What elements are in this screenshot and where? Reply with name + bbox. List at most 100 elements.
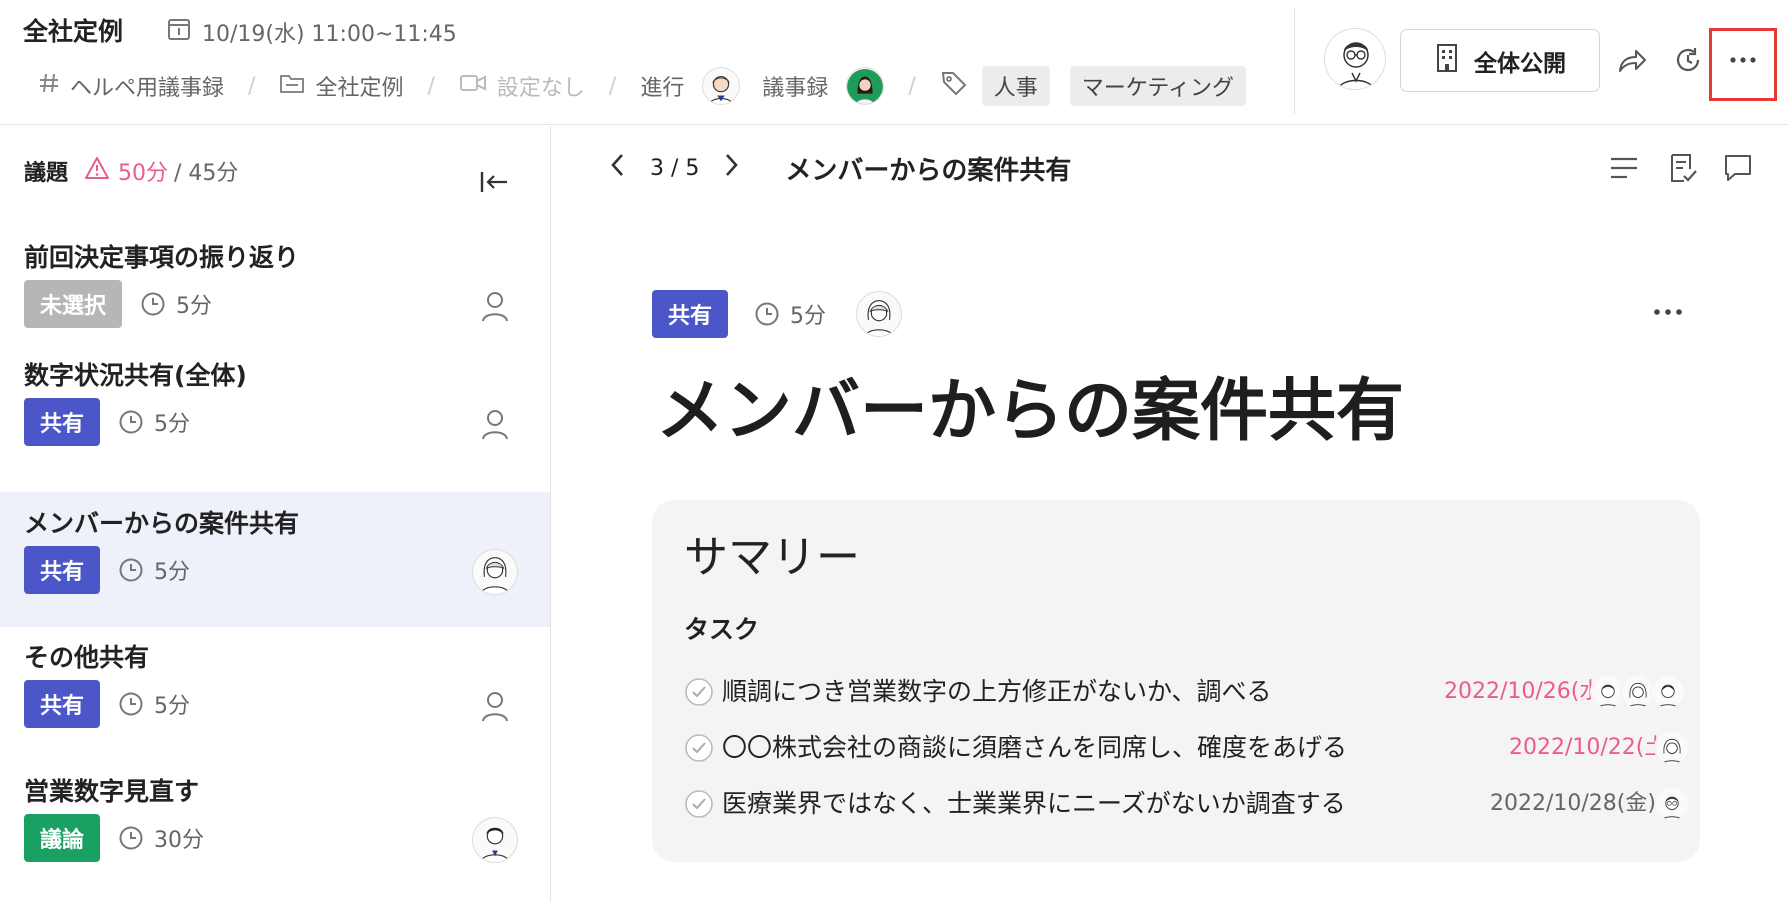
task-due-date[interactable]: 2022/10/28(金): [1490, 782, 1656, 826]
agenda-item-title: 営業数字見直す: [24, 777, 200, 806]
highlight-box: [1709, 28, 1777, 101]
workspace-link[interactable]: ヘルペ用議事録: [38, 70, 224, 102]
agenda-item[interactable]: 数字状況共有(全体) 共有 5分: [0, 344, 550, 479]
agenda-item-meta: 共有 5分: [24, 546, 190, 594]
meta-separator: /: [908, 73, 916, 99]
agenda-duration[interactable]: 5分: [118, 554, 190, 586]
time-warning: 50分: [84, 155, 168, 187]
next-chevron-icon[interactable]: [721, 151, 741, 185]
task-row[interactable]: 順調につき営業数字の上方修正がないか、調べる 2022/10/26(水): [684, 670, 1686, 714]
topic-title[interactable]: メンバーからの案件共有: [656, 366, 1404, 458]
pager-title: メンバーからの案件共有: [785, 155, 1072, 186]
meeting-date-text: 10/19(水) 11:00~11:45: [202, 22, 457, 47]
topic-type-badge[interactable]: 共有: [652, 290, 729, 338]
task-text[interactable]: 順調につき営業数字の上方修正がないか、調べる: [722, 670, 1272, 714]
agenda-type-badge[interactable]: 共有: [24, 546, 101, 594]
topic-meta: 共有 5分: [652, 290, 903, 338]
agenda-item[interactable]: 営業数字見直す 議論 30分: [0, 760, 550, 895]
agenda-type-badge[interactable]: 共有: [24, 680, 101, 728]
topic-assignee-avatar[interactable]: [856, 291, 903, 337]
agenda-label: 議題: [24, 161, 69, 186]
folder-link[interactable]: 全社定例: [279, 70, 403, 102]
video-setting[interactable]: 設定なし: [459, 70, 585, 102]
header-divider: [1294, 8, 1295, 114]
check-circle-icon[interactable]: [684, 789, 714, 819]
agenda-item-title: メンバーからの案件共有: [24, 509, 300, 538]
agenda-item[interactable]: 前回決定事項の振り返り 未選択 5分: [0, 226, 550, 361]
owner-avatar[interactable]: [1324, 28, 1386, 90]
agenda-type-badge[interactable]: 共有: [24, 398, 101, 446]
assign-person-icon[interactable]: [472, 683, 518, 729]
building-icon: [1434, 43, 1460, 79]
agenda-item-title: 数字状況共有(全体): [24, 361, 247, 390]
task-row[interactable]: 医療業界ではなく、士業業界にニーズがないか調査する 2022/10/28(金): [684, 782, 1690, 826]
agenda-item-active[interactable]: メンバーからの案件共有 共有 5分: [0, 492, 550, 627]
agenda-duration[interactable]: 5分: [118, 406, 190, 438]
check-circle-icon[interactable]: [684, 733, 714, 763]
agenda-pager: 3 / 5 メンバーからの案件共有: [608, 146, 1071, 190]
agenda-type-badge[interactable]: 議論: [24, 814, 101, 862]
agenda-duration[interactable]: 30分: [118, 822, 204, 854]
tag-icon: [940, 69, 968, 103]
assignee-avatar[interactable]: [472, 817, 518, 863]
agenda-duration-text: 5分: [154, 694, 191, 719]
agenda-item-title: 前回決定事項の振り返り: [24, 243, 300, 272]
agenda-type-badge[interactable]: 未選択: [24, 280, 123, 328]
task-assignees[interactable]: [1590, 674, 1686, 710]
meta-separator: /: [248, 73, 256, 99]
agenda-duration-text: 5分: [176, 294, 213, 319]
history-icon[interactable]: [1670, 42, 1706, 78]
share-icon[interactable]: [1614, 42, 1650, 78]
agenda-item[interactable]: その他共有 共有 5分: [0, 626, 550, 761]
warning-time: 50分: [118, 161, 169, 186]
topic-more-icon[interactable]: [1638, 292, 1698, 332]
task-text[interactable]: 医療業界ではなく、士業業界にニーズがないか調査する: [722, 782, 1346, 826]
assignee-avatar: [1654, 730, 1690, 766]
visibility-button[interactable]: 全体公開: [1400, 29, 1600, 92]
collapse-sidebar-icon[interactable]: [476, 164, 512, 200]
agenda-item-meta: 未選択 5分: [24, 280, 212, 328]
task-assignees[interactable]: [1654, 786, 1690, 822]
tag-chip[interactable]: マーケティング: [1069, 66, 1247, 106]
tags-area: 人事 マーケティング: [940, 66, 1247, 106]
pager-counter: 3 / 5: [650, 155, 700, 181]
minutes-taker-label: 議事録: [762, 76, 829, 101]
assign-person-icon[interactable]: [472, 401, 518, 447]
video-setting-label: 設定なし: [496, 76, 585, 101]
meta-separator: /: [427, 73, 435, 99]
outline-list-icon[interactable]: [1604, 148, 1644, 188]
task-checklist-icon[interactable]: [1662, 148, 1702, 188]
clock-icon: [119, 558, 143, 582]
task-due-date[interactable]: 2022/10/22(土): [1509, 726, 1675, 770]
topic-duration-text: 5分: [790, 304, 827, 329]
assign-person-icon[interactable]: [472, 283, 518, 329]
task-section-label: タスク: [684, 615, 760, 644]
task-text[interactable]: 〇〇株式会社の商談に須磨さんを同席し、確度をあげる: [722, 726, 1347, 770]
meeting-date[interactable]: 10/19(水) 11:00~11:45: [166, 14, 457, 50]
facilitator[interactable]: 進行: [640, 67, 741, 105]
agenda-duration[interactable]: 5分: [118, 688, 190, 720]
task-due-date[interactable]: 2022/10/26(水): [1444, 670, 1610, 714]
task-row[interactable]: 〇〇株式会社の商談に須磨さんを同席し、確度をあげる 2022/10/22(土): [684, 726, 1690, 770]
agenda-item-title: その他共有: [24, 643, 150, 672]
agenda-item-meta: 共有 5分: [24, 680, 190, 728]
facilitator-label: 進行: [640, 76, 685, 101]
agenda-duration-text: 30分: [154, 828, 205, 853]
check-circle-icon[interactable]: [684, 677, 714, 707]
tag-chip[interactable]: 人事: [981, 66, 1050, 106]
assignee-avatar[interactable]: [472, 549, 518, 595]
task-assignees[interactable]: [1654, 730, 1690, 766]
comment-icon[interactable]: [1718, 148, 1758, 188]
workspace-label: ヘルペ用議事録: [70, 76, 225, 101]
agenda-duration[interactable]: 5分: [140, 288, 212, 320]
minutes-taker[interactable]: 議事録: [762, 67, 885, 105]
agenda-header: 議題 50分 / 45分: [24, 154, 238, 188]
warning-icon: [84, 156, 110, 186]
topic-duration[interactable]: 5分: [754, 298, 826, 330]
agenda-detail: 3 / 5 メンバーからの案件共有 共有 5分 メンバーからの案件共有 サマリー…: [552, 126, 1788, 902]
agenda-sidebar: 議題 50分 / 45分 前回決定事項の振り返り 未選択 5分 数字状況共有(全…: [0, 126, 551, 902]
agenda-duration-text: 5分: [154, 560, 191, 585]
prev-chevron-icon[interactable]: [608, 151, 628, 185]
meeting-title[interactable]: 全社定例: [23, 14, 123, 50]
clock-icon: [119, 410, 143, 434]
